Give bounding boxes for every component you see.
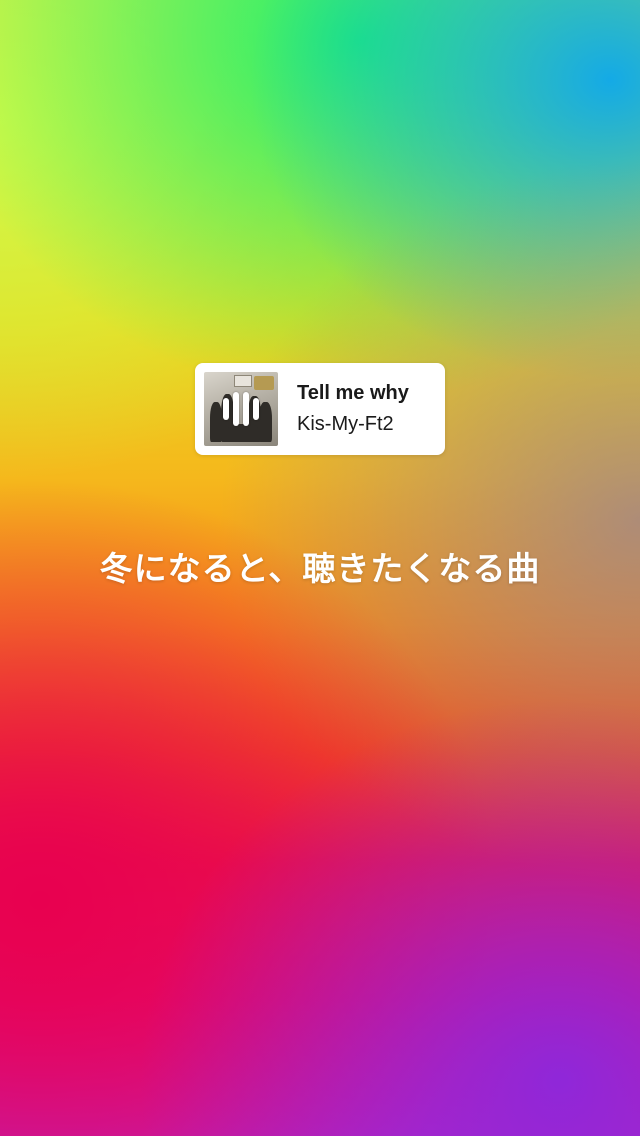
song-artist: Kis-My-Ft2 [297, 413, 394, 435]
song-title: Tell me why [297, 382, 409, 404]
caption-text[interactable]: 冬になると、聴きたくなる曲 [0, 542, 640, 590]
music-sticker[interactable]: Tell me why Kis-My-Ft2 [195, 363, 445, 455]
album-art [204, 372, 278, 446]
sound-wave-icon [204, 372, 278, 446]
